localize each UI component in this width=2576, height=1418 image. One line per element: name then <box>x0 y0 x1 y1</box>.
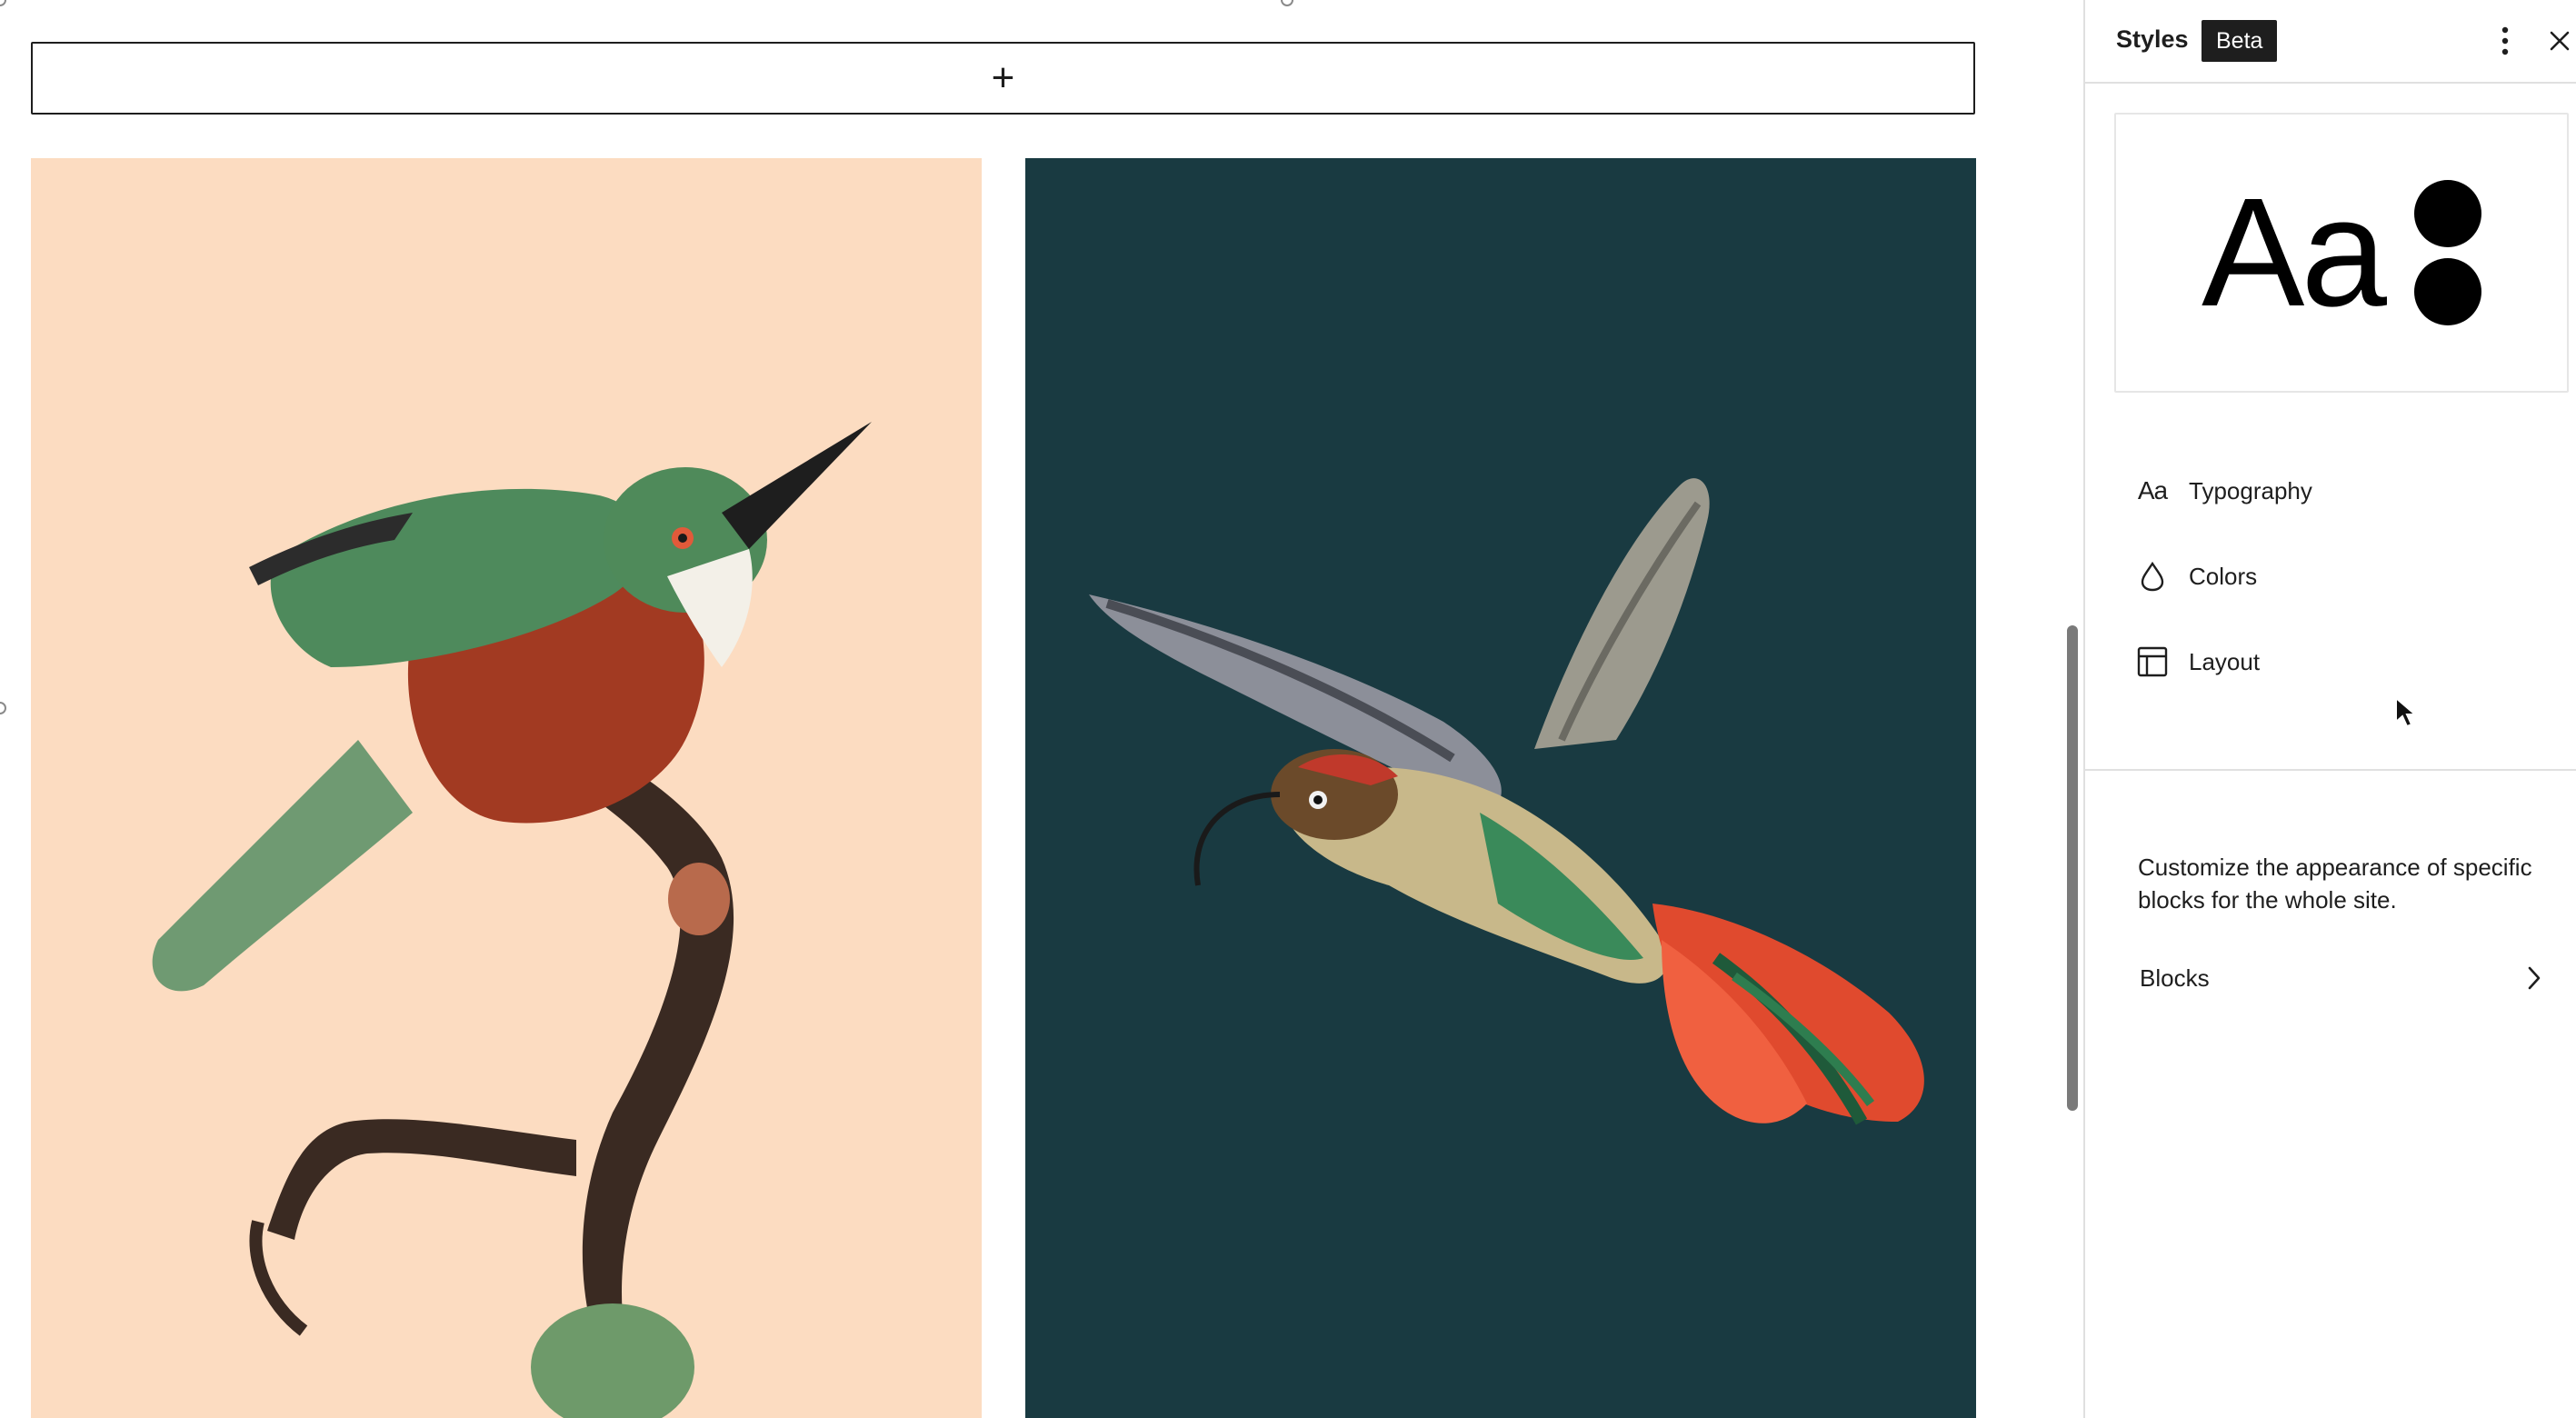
sidebar-title: Styles <box>2116 25 2189 53</box>
nav-item-layout[interactable]: Layout <box>2114 627 2547 696</box>
preview-color-swatches <box>2413 180 2481 325</box>
image-hummingbird[interactable] <box>1025 158 1976 1418</box>
nav-item-label: Blocks <box>2140 964 2210 992</box>
droplet-icon <box>2132 556 2172 596</box>
style-preview[interactable]: Aa <box>2114 113 2569 393</box>
nav-item-colors[interactable]: Colors <box>2114 542 2547 611</box>
layout-icon <box>2132 642 2172 682</box>
blocks-description: Customize the appearance of specific blo… <box>2138 854 2532 914</box>
sidebar-header: Styles Beta <box>2085 0 2576 84</box>
resize-handle[interactable] <box>0 0 6 6</box>
chevron-right-icon <box>2528 966 2541 990</box>
color-swatch <box>2413 258 2481 325</box>
close-icon <box>2550 31 2570 51</box>
nav-item-typography[interactable]: Aa Typography <box>2114 456 2547 525</box>
editor-canvas: + <box>0 0 2083 1418</box>
typography-icon: Aa <box>2137 476 2168 504</box>
nav-item-blocks[interactable]: Blocks <box>2116 945 2561 1011</box>
nav-item-label: Colors <box>2189 562 2258 590</box>
nav-item-label: Layout <box>2189 647 2261 675</box>
preview-typography-sample: Aa <box>2202 166 2387 339</box>
divider <box>2085 769 2576 771</box>
nav-item-label: Typography <box>2189 476 2312 504</box>
more-vertical-icon <box>2501 26 2509 55</box>
kingfisher-illustration <box>31 158 982 1418</box>
color-swatch <box>2413 180 2481 247</box>
plus-icon: + <box>991 55 1015 100</box>
hummingbird-illustration <box>1025 158 1976 1418</box>
mouse-cursor-icon <box>2395 696 2418 728</box>
beta-badge: Beta <box>2202 20 2278 62</box>
resize-handle[interactable] <box>1281 0 1293 6</box>
canvas-scrollbar-thumb[interactable] <box>2067 625 2078 1111</box>
more-options-button[interactable] <box>2483 16 2527 65</box>
block-inserter-button[interactable]: + <box>31 42 1975 115</box>
image-kingfisher[interactable] <box>31 158 982 1418</box>
close-button[interactable] <box>2538 16 2576 65</box>
styles-sidebar: Styles Beta Aa Aa Typography Colors Layo… <box>2083 0 2576 1418</box>
resize-handle[interactable] <box>0 702 6 714</box>
